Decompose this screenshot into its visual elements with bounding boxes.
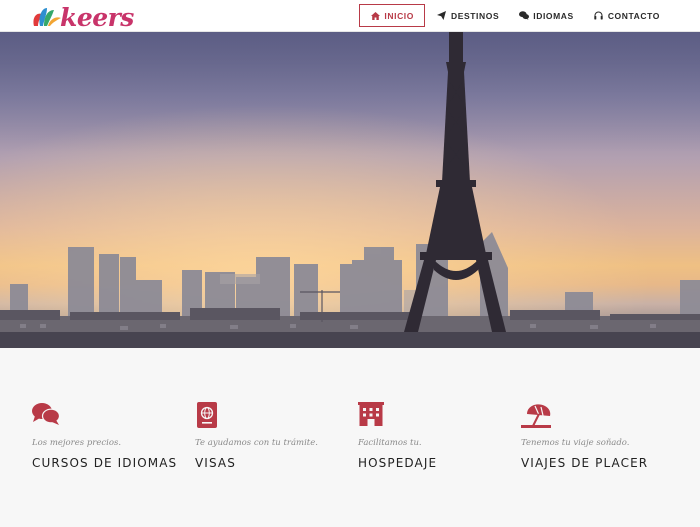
main-nav: INICIO DESTINOS IDIOMAS CONTACTO bbox=[359, 4, 670, 27]
feature-subtitle: Te ayudamos con tu trámite. bbox=[195, 438, 318, 448]
feature-subtitle: Facilitamos tu. bbox=[358, 438, 422, 448]
nav-item-destinos[interactable]: DESTINOS bbox=[427, 4, 509, 27]
logo-text: keers bbox=[60, 3, 134, 32]
features-section: Los mejores precios. CURSOS DE IDIOMAS T… bbox=[0, 348, 700, 527]
nav-item-label: DESTINOS bbox=[450, 10, 500, 21]
feature-title: VIAJES DE PLACER bbox=[521, 456, 649, 470]
feature-subtitle: Los mejores precios. bbox=[32, 438, 122, 448]
headphones-icon bbox=[594, 11, 604, 21]
feature-title: HOSPEDAJE bbox=[358, 456, 438, 470]
hero-image bbox=[0, 32, 700, 348]
logo-petals-icon bbox=[33, 8, 61, 26]
nav-item-inicio[interactable]: INICIO bbox=[359, 4, 425, 27]
home-icon bbox=[370, 11, 380, 21]
hotel-icon bbox=[358, 402, 386, 428]
paper-plane-icon bbox=[437, 11, 447, 21]
feature-cursos-de-idiomas: Los mejores precios. CURSOS DE IDIOMAS bbox=[32, 402, 182, 470]
umbrella-beach-icon bbox=[521, 402, 551, 428]
feature-hospedaje: Facilitamos tu. HOSPEDAJE bbox=[358, 402, 508, 470]
feature-viajes-de-placer: Tenemos tu viaje soñado. VIAJES DE PLACE… bbox=[521, 402, 671, 470]
nav-item-contacto[interactable]: CONTACTO bbox=[584, 4, 670, 27]
nav-item-idiomas[interactable]: IDIOMAS bbox=[509, 4, 584, 27]
feature-subtitle: Tenemos tu viaje soñado. bbox=[521, 438, 630, 448]
paris-skyline-illustration bbox=[0, 32, 700, 348]
feature-title: VISAS bbox=[195, 456, 236, 470]
passport-icon bbox=[195, 402, 223, 428]
comments-icon bbox=[32, 402, 61, 428]
feature-title: CURSOS DE IDIOMAS bbox=[32, 456, 178, 470]
navbar: keers INICIO DESTINOS IDIOMAS CONTACTO bbox=[0, 0, 700, 32]
nav-item-label: CONTACTO bbox=[607, 10, 660, 21]
nav-item-label: INICIO bbox=[384, 10, 414, 21]
feature-visas: Te ayudamos con tu trámite. VISAS bbox=[195, 402, 345, 470]
logo[interactable]: keers bbox=[30, 0, 134, 30]
nav-item-label: IDIOMAS bbox=[533, 10, 574, 21]
comments-icon bbox=[519, 11, 530, 21]
